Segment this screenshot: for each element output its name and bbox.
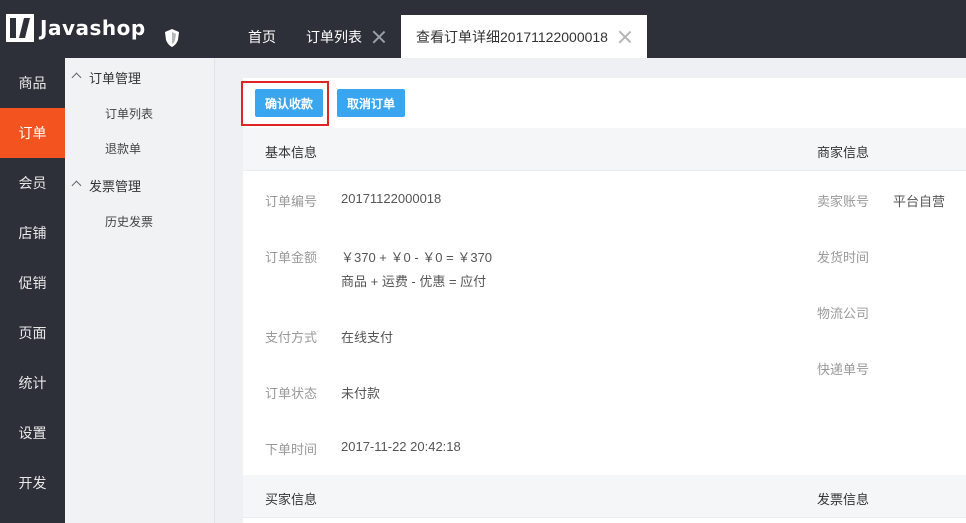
amount-formula: ￥370 + ￥0 - ￥0 = ￥370 bbox=[341, 250, 493, 265]
tab-order-detail[interactable]: 查看订单详细20171122000018 bbox=[401, 15, 647, 58]
tab-label: 查看订单详细20171122000018 bbox=[416, 28, 608, 45]
group-label: 订单管理 bbox=[89, 70, 142, 86]
order-no-label: 订单编号 bbox=[265, 194, 318, 209]
invoice-info-title: 发票信息 bbox=[817, 492, 870, 507]
seller-value: 平台自营 bbox=[893, 194, 946, 209]
nav-item-members[interactable]: 会员 bbox=[0, 158, 65, 208]
nav-item-promotion[interactable]: 促销 bbox=[0, 258, 65, 308]
tab-home[interactable]: 首页 bbox=[233, 15, 291, 58]
section-header: 买家信息 发票信息 bbox=[243, 475, 966, 518]
nav-item-develop[interactable]: 开发 bbox=[0, 458, 65, 508]
javashop-logo-icon bbox=[6, 14, 34, 42]
sub-item-refund[interactable]: 退款单 bbox=[65, 131, 214, 166]
chevron-up-icon bbox=[71, 180, 82, 191]
section-header: 基本信息 商家信息 bbox=[243, 128, 966, 171]
merchant-info-title: 商家信息 bbox=[817, 145, 870, 160]
confirm-receipt-button[interactable]: 确认收款 bbox=[255, 89, 324, 117]
tab-label: 首页 bbox=[248, 28, 276, 45]
tab-label: 订单列表 bbox=[306, 28, 362, 45]
status-label: 订单状态 bbox=[265, 386, 318, 401]
page-tabs: 首页 订单列表 查看订单详细20171122000018 bbox=[233, 15, 647, 58]
close-icon[interactable] bbox=[372, 30, 386, 44]
ship-time-label: 发货时间 bbox=[817, 250, 870, 265]
order-detail-panel: 确认收款 取消订单 基本信息 商家信息 订单编号 20171122000018 … bbox=[241, 78, 966, 523]
seller-label: 卖家账号 bbox=[817, 194, 870, 209]
main-nav: 商品 订单 会员 店铺 促销 页面 统计 设置 开发 bbox=[0, 58, 65, 523]
nav-item-shops[interactable]: 店铺 bbox=[0, 208, 65, 258]
buyer-info-title: 买家信息 bbox=[265, 492, 318, 507]
nav-item-goods[interactable]: 商品 bbox=[0, 58, 65, 108]
sub-item-invoice-history[interactable]: 历史发票 bbox=[65, 204, 214, 239]
group-invoice-management[interactable]: 发票管理 bbox=[65, 166, 214, 204]
group-order-management[interactable]: 订单管理 bbox=[65, 58, 214, 96]
sub-nav: 订单管理 订单列表 退款单 发票管理 历史发票 bbox=[65, 58, 215, 523]
top-bar: Javashop 首页 订单列表 查看订单详细20171122000018 bbox=[0, 0, 966, 58]
close-icon[interactable] bbox=[618, 30, 632, 44]
logistics-label: 物流公司 bbox=[817, 306, 870, 321]
shield-icon[interactable] bbox=[163, 28, 181, 48]
order-no-value: 20171122000018 bbox=[341, 191, 442, 206]
created-value: 2017-11-22 20:42:18 bbox=[341, 439, 461, 454]
logo[interactable]: Javashop bbox=[0, 0, 215, 58]
logo-text: Javashop bbox=[40, 16, 146, 40]
nav-item-statistics[interactable]: 统计 bbox=[0, 358, 65, 408]
tracking-label: 快递单号 bbox=[817, 362, 870, 377]
chevron-up-icon bbox=[71, 72, 82, 83]
tab-order-list[interactable]: 订单列表 bbox=[291, 15, 401, 58]
pay-method-value: 在线支付 bbox=[341, 330, 394, 345]
basic-info-title: 基本信息 bbox=[265, 145, 318, 160]
action-bar: 确认收款 取消订单 bbox=[241, 78, 966, 128]
created-label: 下单时间 bbox=[265, 442, 318, 457]
cancel-order-button[interactable]: 取消订单 bbox=[337, 89, 406, 117]
sub-item-order-list[interactable]: 订单列表 bbox=[65, 96, 214, 131]
pay-method-label: 支付方式 bbox=[265, 330, 318, 345]
group-label: 发票管理 bbox=[89, 178, 142, 194]
amount-label: 订单金额 bbox=[265, 250, 318, 265]
nav-item-pages[interactable]: 页面 bbox=[0, 308, 65, 358]
amount-description: 商品 + 运费 - 优惠 = 应付 bbox=[341, 274, 487, 289]
status-value: 未付款 bbox=[341, 386, 381, 401]
nav-item-settings[interactable]: 设置 bbox=[0, 408, 65, 458]
nav-item-orders[interactable]: 订单 bbox=[0, 108, 65, 158]
